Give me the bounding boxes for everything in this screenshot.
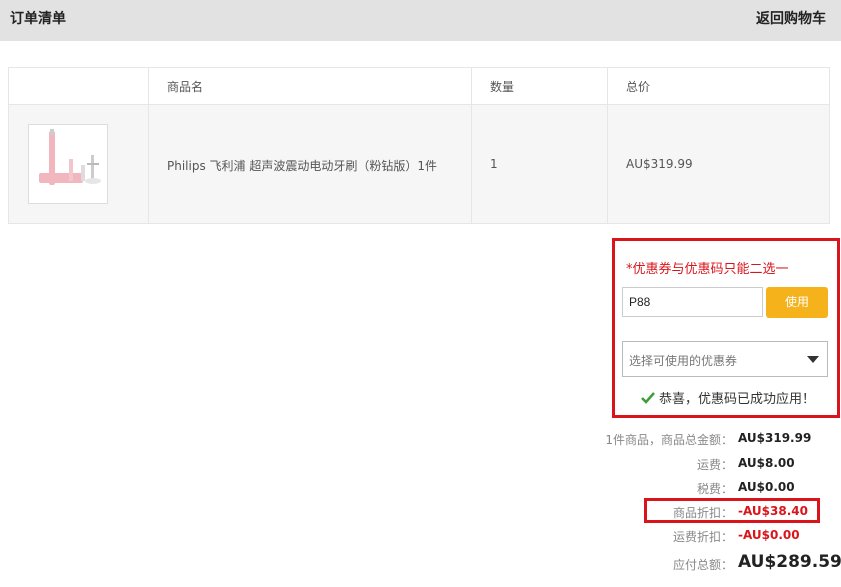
back-to-cart-link[interactable]: 返回购物车: [756, 8, 826, 28]
checkmark-icon: [641, 392, 655, 404]
coupon-panel: *优惠券与优惠码只能二选一 使用 选择可使用的优惠券 恭喜，优惠码已成功应用！: [612, 238, 840, 418]
col-header-name: 商品名: [167, 80, 204, 94]
col-header-qty: 数量: [490, 80, 515, 94]
toothbrush-image-icon: [39, 129, 101, 185]
table-row: Philips 飞利浦 超声波震动电动牙刷（粉钻版）1件 1 AU$319.99: [9, 105, 829, 223]
product-qty: 1: [490, 157, 498, 171]
product-name[interactable]: Philips 飞利浦 超声波震动电动牙刷（粉钻版）1件: [167, 157, 437, 174]
coupon-hint: *优惠券与优惠码只能二选一: [626, 262, 789, 277]
order-table: 商品名 数量 总价 Philips 飞利浦 超声波震动电动牙刷（粉钻版）1件 1…: [8, 67, 830, 224]
product-image[interactable]: [28, 124, 108, 204]
promo-code-input[interactable]: [622, 287, 763, 317]
col-header-total: 总价: [626, 80, 651, 94]
coupon-select-placeholder: 选择可使用的优惠券: [629, 354, 738, 368]
page-title: 订单清单: [10, 11, 66, 27]
caret-down-icon: [807, 356, 819, 363]
success-message-row: 恭喜，优惠码已成功应用！: [641, 388, 815, 407]
success-message: 恭喜，优惠码已成功应用！: [659, 392, 816, 407]
top-bar: 订单清单 返回购物车: [0, 0, 841, 41]
table-header: 商品名 数量 总价: [9, 68, 829, 105]
product-total: AU$319.99: [626, 157, 693, 171]
coupon-select[interactable]: 选择可使用的优惠券: [622, 341, 828, 377]
apply-code-button[interactable]: 使用: [766, 287, 828, 318]
